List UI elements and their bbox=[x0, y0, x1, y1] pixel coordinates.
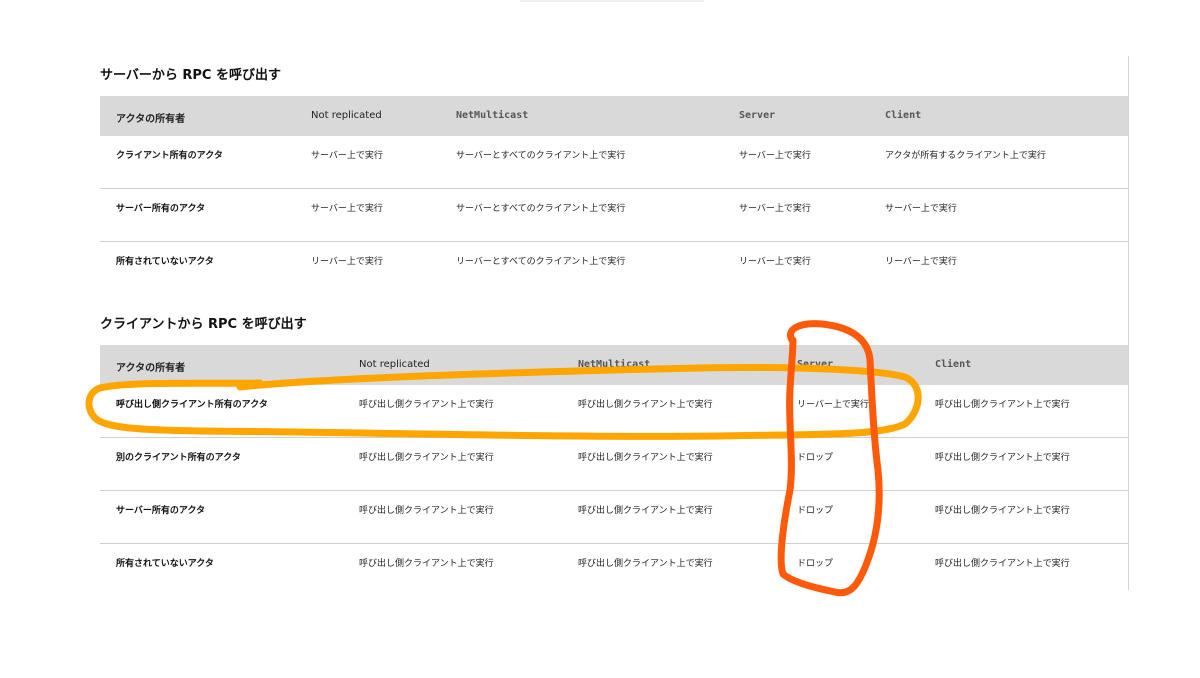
cell-server: リーバー上で実行 bbox=[739, 257, 811, 267]
cell-client: サーバー上で実行 bbox=[885, 204, 957, 214]
cell-netmulticast: サーバーとすべてのクライアント上で実行 bbox=[456, 204, 626, 214]
cell-netmulticast: 呼び出し側クライアント上で実行 bbox=[578, 506, 713, 516]
section-title-server-rpc: サーバーから RPC を呼び出す bbox=[100, 68, 282, 83]
cell-owner: サーバー所有のアクタ bbox=[116, 506, 206, 516]
cell-not-replicated: リーバー上で実行 bbox=[311, 257, 383, 267]
cell-server: サーバー上で実行 bbox=[739, 204, 811, 214]
header-netmulticast: NetMulticast bbox=[578, 359, 651, 370]
cell-netmulticast: サーバーとすべてのクライアント上で実行 bbox=[456, 151, 626, 161]
header-not-replicated: Not replicated bbox=[311, 110, 382, 121]
cell-server: ドロップ bbox=[797, 506, 834, 516]
cell-not-replicated: 呼び出し側クライアント上で実行 bbox=[359, 506, 494, 516]
table-row: サーバー所有のアクタ 呼び出し側クライアント上で実行 呼び出し側クライアント上で… bbox=[100, 491, 1128, 544]
header-client: Client bbox=[935, 359, 972, 370]
header-server: Server bbox=[797, 359, 834, 370]
table-header: アクタの所有者 Not replicated NetMulticast Serv… bbox=[100, 96, 1128, 136]
table-row: 別のクライアント所有のアクタ 呼び出し側クライアント上で実行 呼び出し側クライア… bbox=[100, 438, 1128, 491]
header-server: Server bbox=[739, 110, 776, 121]
section-title-client-rpc: クライアントから RPC を呼び出す bbox=[100, 317, 307, 332]
cell-not-replicated: 呼び出し側クライアント上で実行 bbox=[359, 559, 494, 569]
cell-netmulticast: 呼び出し側クライアント上で実行 bbox=[578, 453, 713, 463]
cell-owner: 呼び出し側クライアント所有のアクタ bbox=[116, 400, 268, 410]
cell-client: アクタが所有するクライアント上で実行 bbox=[885, 151, 1046, 161]
table-row: 所有されていないアクタ 呼び出し側クライアント上で実行 呼び出し側クライアント上… bbox=[100, 544, 1128, 596]
table-row: サーバー所有のアクタ サーバー上で実行 サーバーとすべてのクライアント上で実行 … bbox=[100, 189, 1128, 242]
header-owner: アクタの所有者 bbox=[116, 363, 186, 374]
cell-not-replicated: 呼び出し側クライアント上で実行 bbox=[359, 453, 494, 463]
header-netmulticast: NetMulticast bbox=[456, 110, 529, 121]
cell-not-replicated: サーバー上で実行 bbox=[311, 204, 383, 214]
cell-netmulticast: リーバーとすべてのクライアント上で実行 bbox=[456, 257, 626, 267]
cell-owner: クライアント所有のアクタ bbox=[116, 151, 223, 161]
cell-server: ドロップ bbox=[797, 453, 834, 463]
table-row: クライアント所有のアクタ サーバー上で実行 サーバーとすべてのクライアント上で実… bbox=[100, 136, 1128, 189]
cell-client: 呼び出し側クライアント上で実行 bbox=[935, 400, 1070, 410]
header-owner: アクタの所有者 bbox=[116, 114, 186, 125]
cell-owner: 別のクライアント所有のアクタ bbox=[116, 453, 241, 463]
cell-owner: 所有されていないアクタ bbox=[116, 257, 214, 267]
cell-server: ドロップ bbox=[797, 559, 834, 569]
cell-netmulticast: 呼び出し側クライアント上で実行 bbox=[578, 559, 713, 569]
cell-server: リーバー上で実行 bbox=[797, 400, 869, 410]
cell-owner: 所有されていないアクタ bbox=[116, 559, 214, 569]
header-client: Client bbox=[885, 110, 922, 121]
cell-client: 呼び出し側クライアント上で実行 bbox=[935, 453, 1070, 463]
page: サーバーから RPC を呼び出す アクタの所有者 Not replicated … bbox=[0, 0, 1200, 678]
cell-not-replicated: 呼び出し側クライアント上で実行 bbox=[359, 400, 494, 410]
table-row: 呼び出し側クライアント所有のアクタ 呼び出し側クライアント上で実行 呼び出し側ク… bbox=[100, 385, 1128, 438]
cell-client: 呼び出し側クライアント上で実行 bbox=[935, 559, 1070, 569]
top-bar bbox=[520, 0, 704, 2]
right-border-line bbox=[1128, 56, 1129, 590]
cell-not-replicated: サーバー上で実行 bbox=[311, 151, 383, 161]
cell-owner: サーバー所有のアクタ bbox=[116, 204, 206, 214]
table-header: アクタの所有者 Not replicated NetMulticast Serv… bbox=[100, 345, 1128, 385]
header-not-replicated: Not replicated bbox=[359, 359, 430, 370]
cell-netmulticast: 呼び出し側クライアント上で実行 bbox=[578, 400, 713, 410]
cell-client: リーバー上で実行 bbox=[885, 257, 957, 267]
table-row: 所有されていないアクタ リーバー上で実行 リーバーとすべてのクライアント上で実行… bbox=[100, 242, 1128, 294]
cell-server: サーバー上で実行 bbox=[739, 151, 811, 161]
cell-client: 呼び出し側クライアント上で実行 bbox=[935, 506, 1070, 516]
